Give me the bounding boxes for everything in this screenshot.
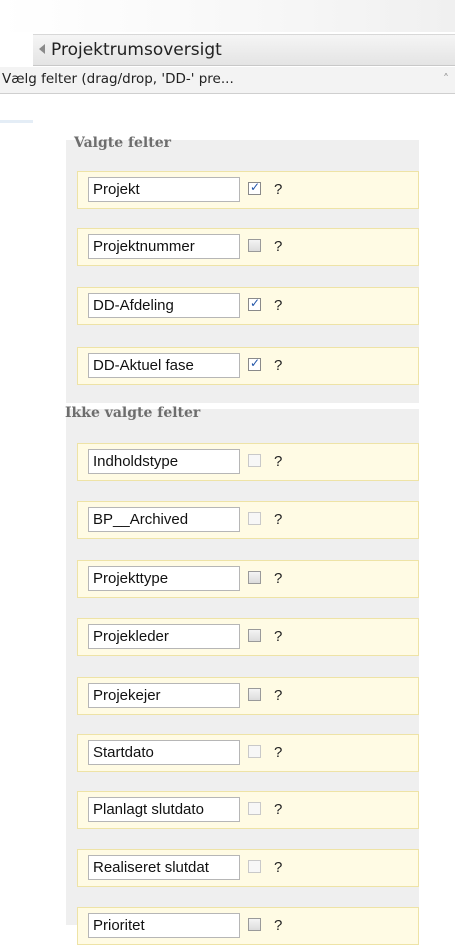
unselected-fields-group [66, 409, 419, 925]
help-link[interactable]: ? [274, 181, 282, 198]
field-visible-checkbox[interactable] [248, 860, 261, 873]
field-visible-checkbox[interactable] [248, 745, 261, 758]
field-visible-checkbox[interactable]: ✓ [248, 356, 261, 371]
help-link[interactable]: ? [274, 801, 282, 818]
field-name-input[interactable]: Projektnummer [88, 234, 240, 259]
pane-header[interactable]: Projektrumsoversigt [33, 34, 455, 66]
field-visible-checkbox[interactable] [248, 688, 261, 701]
top-strip [0, 0, 455, 32]
help-link[interactable]: ? [274, 744, 282, 761]
help-link[interactable]: ? [274, 628, 282, 645]
field-name-input[interactable]: DD-Aktuel fase [88, 353, 240, 378]
field-visible-checkbox[interactable]: ✓ [248, 180, 261, 195]
field-chooser-panel: Projektrumsoversigt Vælg felter (drag/dr… [0, 34, 455, 945]
help-link[interactable]: ? [274, 511, 282, 528]
field-visible-checkbox[interactable] [248, 239, 261, 252]
collapse-arrow-icon[interactable] [39, 44, 45, 54]
field-row[interactable]: DD-Aktuel fase ✓? [77, 347, 419, 385]
checkmark-icon: ✓ [250, 180, 261, 194]
help-link[interactable]: ? [274, 297, 282, 314]
field-name-input[interactable]: Startdato [88, 740, 240, 765]
help-link[interactable]: ? [274, 687, 282, 704]
collapse-icon[interactable]: ˄ [443, 72, 449, 86]
field-row[interactable]: Startdato? [77, 734, 419, 772]
field-name-input[interactable]: Projekleder [88, 624, 240, 649]
field-visible-checkbox[interactable] [248, 802, 261, 815]
checkmark-icon: ✓ [250, 296, 261, 310]
field-row[interactable]: Planlagt slutdato? [77, 791, 419, 829]
field-name-input[interactable]: Projekttype [88, 566, 240, 591]
field-row[interactable]: Realiseret slutdat? [77, 849, 419, 887]
field-row[interactable]: Projekttype? [77, 560, 419, 598]
help-link[interactable]: ? [274, 859, 282, 876]
field-name-input[interactable]: Projekejer [88, 683, 240, 708]
field-visible-checkbox[interactable]: ✓ [248, 296, 261, 311]
field-visible-checkbox[interactable] [248, 571, 261, 584]
help-link[interactable]: ? [274, 357, 282, 374]
field-name-input[interactable]: Indholdstype [88, 449, 240, 474]
field-name-input[interactable]: Realiseret slutdat [88, 855, 240, 880]
field-visible-checkbox[interactable] [248, 512, 261, 525]
help-link[interactable]: ? [274, 453, 282, 470]
field-name-input[interactable]: Projekt [88, 177, 240, 202]
left-accent-bar [0, 120, 33, 123]
field-name-input[interactable]: DD-Afdeling [88, 293, 240, 318]
sub-header: Vælg felter (drag/drop, 'DD-' pre... ˄ [0, 67, 455, 94]
field-row[interactable]: DD-Afdeling ✓? [77, 287, 419, 325]
help-link[interactable]: ? [274, 570, 282, 587]
field-name-input[interactable]: BP__Archived [88, 507, 240, 532]
pane-title: Projektrumsoversigt [51, 40, 222, 60]
unselected-fields-label: Ikke valgte felter [65, 405, 201, 421]
checkmark-icon: ✓ [250, 356, 261, 370]
help-link[interactable]: ? [274, 238, 282, 255]
field-row[interactable]: BP__Archived? [77, 501, 419, 539]
field-row[interactable]: Projektnummer? [77, 228, 419, 266]
field-visible-checkbox[interactable] [248, 629, 261, 642]
field-name-input[interactable]: Planlagt slutdato [88, 797, 240, 822]
field-visible-checkbox[interactable] [248, 454, 261, 467]
field-row[interactable]: Projekleder? [77, 618, 419, 656]
field-name-input[interactable]: Prioritet [88, 913, 240, 938]
sub-header-title: Vælg felter (drag/drop, 'DD-' pre... [2, 71, 234, 87]
selected-fields-label: Valgte felter [74, 135, 172, 151]
field-row[interactable]: Indholdstype? [77, 443, 419, 481]
help-link[interactable]: ? [274, 917, 282, 934]
field-row[interactable]: Prioritet? [77, 907, 419, 945]
field-row[interactable]: Projekejer? [77, 677, 419, 715]
field-row[interactable]: Projekt ✓? [77, 171, 419, 209]
